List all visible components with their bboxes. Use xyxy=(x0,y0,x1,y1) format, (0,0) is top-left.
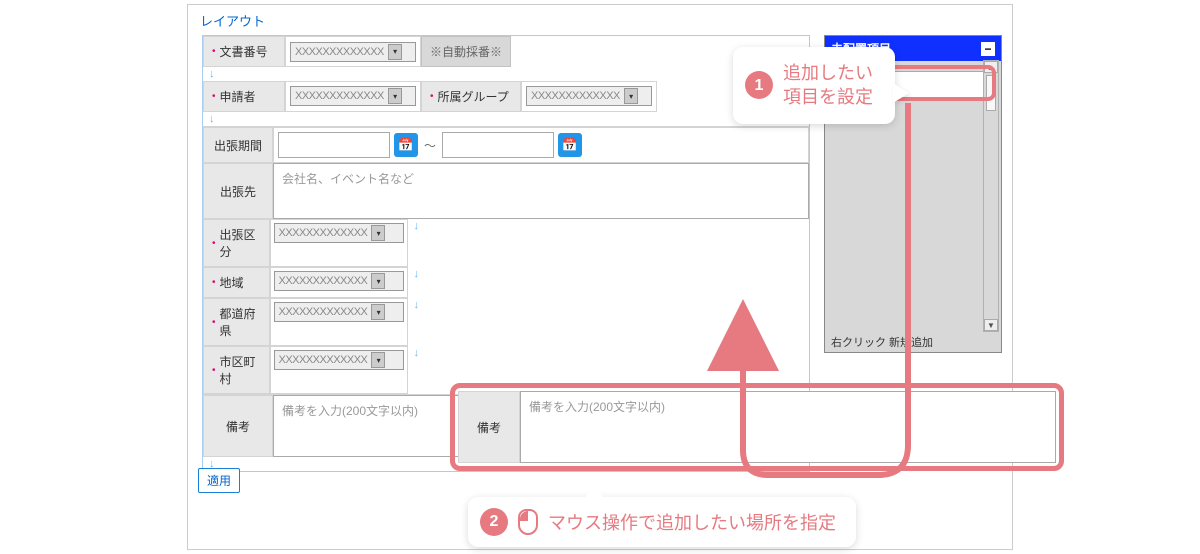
callout-step-1: 1 追加したい 項目を設定 xyxy=(733,47,895,124)
layout-panel: レイアウト •文書番号 XXXXXXXXXXXXX▾ ※自動採番※ ↓ •申請者… xyxy=(187,4,1013,550)
callout-step-2: 2 マウス操作で追加したい場所を指定 xyxy=(468,497,856,547)
mouse-icon xyxy=(518,509,538,535)
calendar-icon[interactable]: 📅 xyxy=(394,133,418,157)
label-region[interactable]: 地域 xyxy=(220,274,244,291)
label-destination[interactable]: 出張先 xyxy=(203,163,273,219)
float-label: 備考 xyxy=(458,391,520,463)
chevron-down-icon: ▾ xyxy=(388,44,402,60)
scrollbar[interactable]: ▲ ▼ xyxy=(983,60,999,332)
drop-indicator: ↓ xyxy=(203,67,809,81)
label-pref[interactable]: 都道府県 xyxy=(220,305,261,339)
dragging-field-preview[interactable]: 備考 備考を入力(200文字以内) xyxy=(458,391,1056,463)
select-applicant[interactable]: XXXXXXXXXXXXX▾ xyxy=(290,86,416,106)
collapse-icon[interactable]: − xyxy=(981,42,995,56)
textarea-destination[interactable]: 会社名、イベント名など xyxy=(273,163,809,219)
label-remarks[interactable]: 備考 xyxy=(203,395,273,457)
date-to-input[interactable] xyxy=(442,132,554,158)
select-city[interactable]: XXXXXXXXXXXXX▾ xyxy=(274,350,404,370)
select-class[interactable]: XXXXXXXXXXXXX▾ xyxy=(274,223,404,243)
chevron-down-icon: ▾ xyxy=(388,88,402,104)
auto-number-toggle[interactable]: ※自動採番※ xyxy=(421,36,511,67)
badge-2: 2 xyxy=(480,508,508,536)
panel-title: レイアウト xyxy=(188,5,1012,36)
chevron-down-icon: ▾ xyxy=(624,88,638,104)
date-from-input[interactable] xyxy=(278,132,390,158)
select-pref[interactable]: XXXXXXXXXXXXX▾ xyxy=(274,302,404,322)
scrollbar-thumb[interactable] xyxy=(986,75,996,111)
apply-button[interactable]: 適用 xyxy=(198,468,240,493)
label-period[interactable]: 出張期間 xyxy=(203,127,273,163)
label-group[interactable]: •所属グループ xyxy=(421,81,521,112)
label-doc-no[interactable]: •文書番号 xyxy=(203,36,285,67)
badge-1: 1 xyxy=(745,71,773,99)
select-doc-no[interactable]: XXXXXXXXXXXXX▾ xyxy=(290,42,416,62)
label-city[interactable]: 市区町村 xyxy=(220,353,261,387)
float-textarea: 備考を入力(200文字以内) xyxy=(520,391,1056,463)
drop-indicator: ↓ xyxy=(203,112,809,126)
unplaced-footer-hint: 右クリック 新規追加 xyxy=(831,334,933,350)
calendar-icon[interactable]: 📅 xyxy=(558,133,582,157)
select-group[interactable]: XXXXXXXXXXXXX▾ xyxy=(526,86,652,106)
label-class[interactable]: 出張区分 xyxy=(220,226,261,260)
select-region[interactable]: XXXXXXXXXXXXX▾ xyxy=(274,271,404,291)
cell-doc-no: XXXXXXXXXXXXX▾ xyxy=(285,36,421,67)
label-applicant[interactable]: •申請者 xyxy=(203,81,285,112)
